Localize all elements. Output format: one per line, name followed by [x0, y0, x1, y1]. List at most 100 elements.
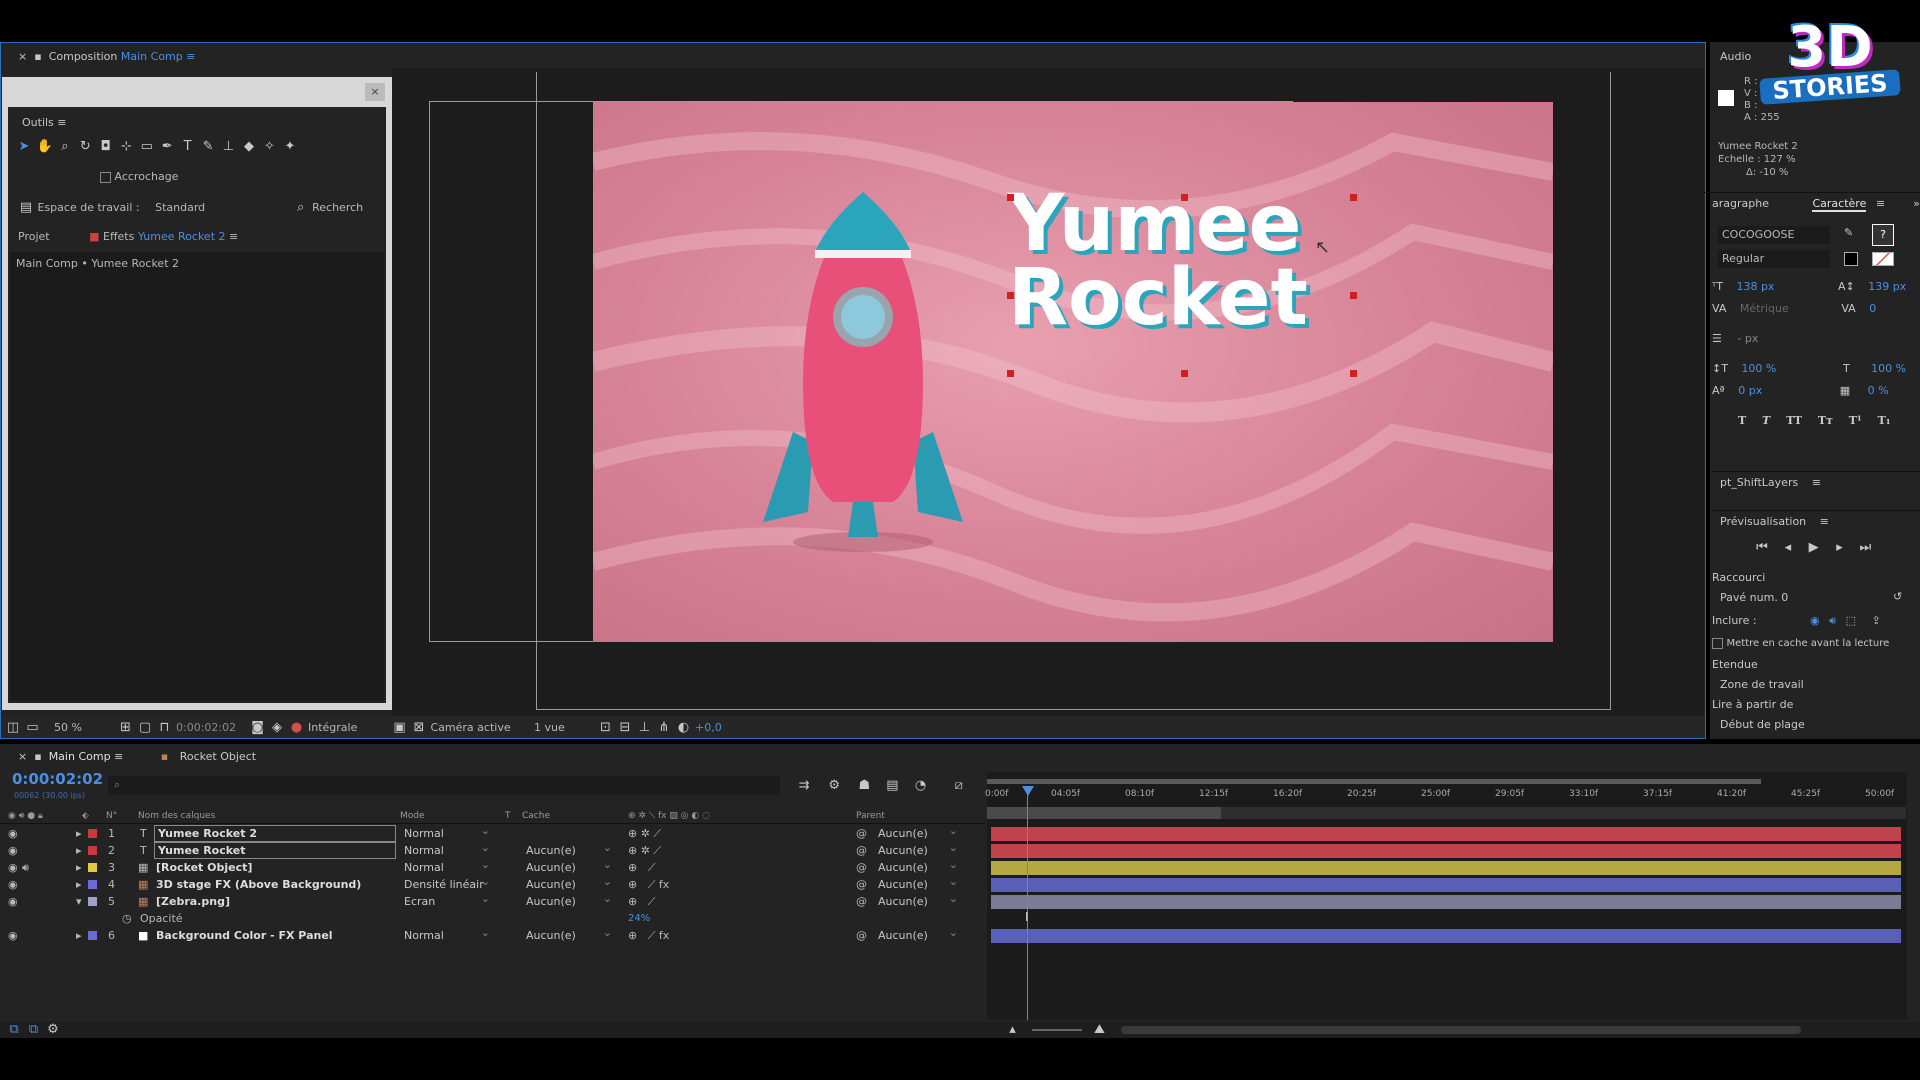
layer-duration-bar[interactable] [991, 844, 1901, 858]
faux-italic-button[interactable]: T [1762, 414, 1770, 427]
clone-stamp-icon[interactable]: ⊥ [221, 139, 237, 155]
visibility-icon[interactable]: ◉ [8, 825, 18, 842]
font-family-dropdown[interactable]: COCOGOOSE [1718, 226, 1830, 244]
zoom-dropdown[interactable]: 50 % [54, 717, 114, 738]
handle-bc[interactable] [1181, 370, 1188, 377]
stroke-width-value[interactable]: - px [1737, 332, 1758, 345]
include-video-icon[interactable]: ◉ [1810, 614, 1820, 627]
work-area-bar[interactable] [987, 779, 1761, 784]
brush-tool-icon[interactable]: ✎ [200, 139, 216, 155]
layer-search-input[interactable]: ⌕ [108, 776, 780, 794]
close-icon[interactable]: × [18, 750, 27, 763]
layer-switches-icons[interactable]: ⊕ ✲ ⟋ [628, 825, 661, 842]
track-matte-dropdown[interactable]: Aucun(e) [526, 924, 616, 944]
motion-blur-icon[interactable]: ◔ [913, 778, 929, 794]
layer-row[interactable]: ◉ ▸ 6 ■ Background Color - FX Panel Norm… [0, 924, 985, 944]
handle-tc[interactable] [1181, 194, 1188, 201]
tab-main-comp[interactable]: Main Comp [49, 750, 111, 763]
cache-checkbox[interactable] [1712, 637, 1723, 649]
layer-switches-icons[interactable]: ⊕ ⟋ fx [628, 927, 669, 944]
zoom-out-icon[interactable]: ▴ [1005, 1022, 1021, 1038]
layer-duration-bar[interactable] [991, 861, 1901, 875]
layer-switches-icons[interactable]: ⊕ ⟋ [628, 859, 655, 876]
color-channel-icon[interactable]: ● [289, 720, 305, 736]
zoom-tool-icon[interactable]: ⌕ [57, 139, 73, 155]
flowchart-icon[interactable]: ⋔ [656, 720, 672, 736]
layer-name[interactable]: Background Color - FX Panel [156, 927, 333, 944]
timeline-icon[interactable]: ⊥ [637, 720, 653, 736]
tsume-value[interactable]: 0 % [1868, 384, 1889, 397]
blend-mode-dropdown[interactable]: Normal [404, 924, 494, 944]
play-from-dropdown[interactable]: Début de plage [1716, 716, 1908, 734]
reset-icon[interactable]: ↺ [1893, 590, 1902, 603]
toggle-pixel-icon[interactable]: ⊡ [598, 720, 614, 736]
preview-range-bar[interactable] [987, 807, 1221, 819]
composition-tab[interactable]: × ▪ Composition Main Comp ≡ [10, 46, 195, 68]
comp-canvas[interactable]: Yumee Rocket ↖ [593, 102, 1553, 642]
opacity-property-row[interactable]: ◷ Opacité 24% [0, 910, 985, 927]
include-audio-icon[interactable]: 🔊︎ [1829, 614, 1836, 627]
audio-icon[interactable]: 🔊︎ [22, 859, 29, 876]
blend-mode-dropdown[interactable]: Normal [404, 856, 494, 876]
exposure-icon[interactable]: ◐ [676, 720, 692, 736]
fast-preview-icon[interactable]: ⊟ [617, 720, 633, 736]
current-time-indicator[interactable] [1027, 786, 1028, 1020]
floating-close-button[interactable]: × [365, 83, 385, 101]
baseline-shift-value[interactable]: 0 px [1738, 384, 1818, 397]
shortcut-dropdown[interactable]: Pavé num. 0 [1716, 589, 1882, 607]
zoom-in-icon[interactable]: ⛰ [1092, 1022, 1108, 1038]
blend-mode-dropdown[interactable]: Ecran [404, 890, 494, 910]
pen-tool-icon[interactable]: ✒ [159, 139, 175, 155]
comp-flowchart-icon[interactable]: ⇉ [796, 778, 812, 794]
black-swatch[interactable] [1844, 252, 1858, 266]
expand-arrow-icon[interactable]: ▸ [76, 842, 82, 859]
parent-dropdown[interactable]: Aucun(e) [878, 924, 962, 944]
region-icon[interactable]: ⊞ [118, 720, 134, 736]
timeline-scrollbar[interactable] [1121, 1026, 1801, 1034]
kerning-value[interactable]: Métrique [1740, 302, 1820, 315]
ruler-icon[interactable]: ⊓ [157, 720, 173, 736]
layer-switches-icons[interactable]: ⊕ ✲ ⟋ [628, 842, 661, 859]
views-dropdown[interactable]: 1 vue [534, 717, 594, 738]
column-mode[interactable]: Mode [400, 808, 425, 824]
pickwhip-icon[interactable]: @ [856, 876, 867, 893]
handle-tl[interactable] [1007, 194, 1014, 201]
eraser-tool-icon[interactable]: ◆ [241, 139, 257, 155]
layer-duration-bar[interactable] [991, 827, 1901, 841]
tab-character[interactable]: Caractère [1812, 197, 1867, 212]
exposure-value[interactable]: +0,0 [695, 721, 722, 734]
parent-dropdown[interactable]: Aucun(e) [878, 890, 962, 910]
label-color-swatch[interactable] [88, 863, 97, 872]
handle-bl[interactable] [1007, 370, 1014, 377]
subscript-button[interactable]: T₁ [1878, 414, 1891, 427]
horizontal-scale-value[interactable]: 100 % [1871, 362, 1906, 375]
vertical-scale-value[interactable]: 100 % [1741, 362, 1821, 375]
play-icon[interactable]: ▶ [1806, 540, 1822, 556]
pan-behind-icon[interactable]: ⊹ [118, 139, 134, 155]
roto-brush-icon[interactable]: ✧ [261, 139, 277, 155]
all-caps-button[interactable]: TT [1786, 414, 1802, 427]
font-style-dropdown[interactable]: Regular [1718, 250, 1830, 268]
timeline-timecode[interactable]: 0:00:02:02 [12, 770, 103, 788]
type-tool-icon[interactable]: T [180, 139, 196, 155]
layer-name[interactable]: Yumee Rocket 2 [154, 825, 396, 842]
layer-row[interactable]: ◉ ▸ 4 ▦ 3D stage FX (Above Background) D… [0, 873, 985, 893]
pickwhip-icon[interactable]: @ [856, 825, 867, 842]
last-frame-icon[interactable]: ⏭ [1857, 540, 1873, 556]
expand-arrow-icon[interactable]: ▸ [76, 876, 82, 893]
label-color-swatch[interactable] [88, 846, 97, 855]
handle-ml[interactable] [1007, 292, 1014, 299]
column-parent[interactable]: Parent [856, 808, 885, 824]
camera-snapshot-icon[interactable]: ◙ [250, 720, 266, 736]
layer-row[interactable]: ◉ 🔊︎ ▸ 3 ▦ [Rocket Object] Normal Aucun(… [0, 856, 985, 876]
shy-layers-icon[interactable]: ☗ [856, 778, 872, 794]
layer-duration-bar[interactable] [991, 929, 1901, 943]
puppet-tool-icon[interactable]: ✦ [282, 139, 298, 155]
layer-row[interactable]: ◉ ▸ 1 T Yumee Rocket 2 Normal ⊕ ✲ ⟋ @ Au… [0, 822, 985, 842]
frame-blending-icon[interactable]: ▤ [884, 778, 900, 794]
eyedropper-icon[interactable]: ✎ [1844, 226, 1853, 239]
tracking-value[interactable]: 0 [1869, 302, 1876, 315]
visibility-icon[interactable]: ◉ [8, 893, 18, 910]
label-color-swatch[interactable] [88, 931, 97, 940]
toggle-modes-icon[interactable]: ⧉ [26, 1022, 42, 1038]
